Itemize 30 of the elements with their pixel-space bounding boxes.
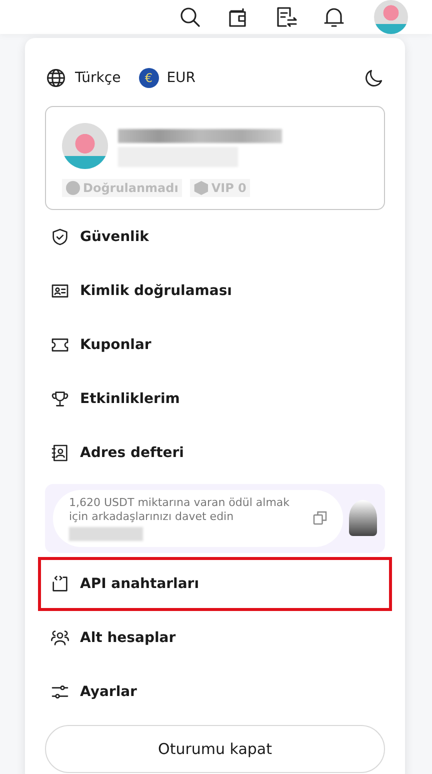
trophy-icon <box>50 389 70 409</box>
menu-item[interactable]: API anahtarları <box>38 556 392 611</box>
search-icon[interactable] <box>178 5 202 29</box>
menu-item[interactable]: Alt hesaplar <box>38 610 392 665</box>
verified-badge-icon <box>66 181 80 195</box>
code-bracket-icon <box>50 574 70 594</box>
menu-item[interactable]: Etkinliklerim <box>38 372 392 426</box>
menu-item[interactable]: Kuponlar <box>38 318 392 372</box>
document-arrows-icon[interactable] <box>274 5 298 29</box>
currency-selector[interactable]: EUR <box>166 70 196 86</box>
copy-icon[interactable] <box>311 509 329 528</box>
menu-item[interactable]: Adres defteri <box>38 426 392 480</box>
invite-text: 1,620 USDT miktarına varan ödül almak için arkadaşlarınızı davet edin <box>69 496 291 525</box>
verification-status: Doğrulanmadı <box>83 181 178 195</box>
logout-button[interactable]: Oturumu kapat <box>45 724 385 773</box>
address-book-icon <box>50 443 70 463</box>
bell-icon[interactable] <box>322 5 346 29</box>
menu-item[interactable]: Güvenlik <box>38 210 392 264</box>
moon-icon[interactable] <box>363 67 385 89</box>
shield-check-icon <box>50 227 70 247</box>
avatar <box>62 123 108 169</box>
menu-item[interactable]: Ayarlar <box>38 664 392 719</box>
menu-item[interactable]: Kimlik doğrulaması <box>38 264 392 318</box>
language-selector[interactable]: Türkçe <box>75 70 121 86</box>
currency-icon: € <box>138 68 159 88</box>
avatar[interactable] <box>374 0 408 34</box>
users-icon <box>50 628 70 648</box>
vip-level: VIP 0 <box>211 181 246 195</box>
globe-icon[interactable] <box>45 67 67 89</box>
referral-link-field[interactable]: 1,620 USDT miktarına varan ödül almak için arkadaşlarınızı davet edin <box>53 490 343 547</box>
